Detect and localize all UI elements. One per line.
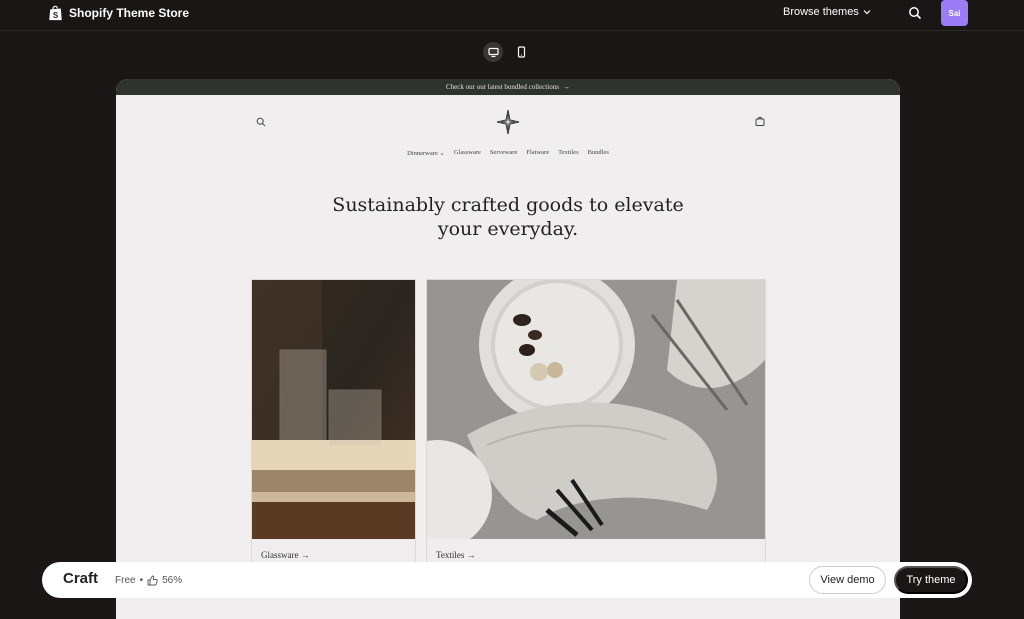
browse-themes-label: Browse themes <box>783 6 859 18</box>
arrow-right-icon: → <box>562 83 570 91</box>
desktop-view-button[interactable] <box>483 42 503 62</box>
collection-cards: Glassware → Textiles → <box>251 279 766 570</box>
app-title: Shopify Theme Store <box>69 6 190 20</box>
chevron-down-icon <box>863 10 871 15</box>
top-bar: S Shopify Theme Store Browse themes Sai <box>0 0 1024 31</box>
avatar[interactable]: Sai <box>941 0 968 26</box>
theme-meta: Free • 56% <box>115 575 182 586</box>
thumbs-up-icon <box>147 575 158 586</box>
browse-themes-menu[interactable]: Browse themes <box>783 6 871 18</box>
announcement-bar[interactable]: Check our our latest bundled collections… <box>116 79 900 95</box>
hero-heading: Sustainably crafted goods to elevate you… <box>116 193 900 241</box>
glassware-image <box>252 280 415 539</box>
device-toggle <box>483 42 531 62</box>
desktop-icon <box>487 47 499 57</box>
hero-line-2: your everyday. <box>437 218 579 240</box>
mobile-icon <box>517 46 525 58</box>
nav-item-dinnerware[interactable]: Dinnerware ⌄ <box>407 149 445 157</box>
theme-name: Craft <box>63 570 99 587</box>
theme-rating: 56% <box>162 575 183 586</box>
store-search-icon[interactable] <box>256 117 266 127</box>
store-nav: Dinnerware ⌄ Glassware Serveware Flatwar… <box>116 149 900 157</box>
try-theme-button[interactable]: Try theme <box>894 566 968 594</box>
search-icon[interactable] <box>908 6 922 20</box>
collection-card-glassware[interactable]: Glassware → <box>251 279 416 570</box>
nav-item-glassware[interactable]: Glassware <box>454 149 481 157</box>
announcement-text: Check our our latest bundled collections <box>446 83 559 91</box>
shopify-theme-store-logo[interactable]: S Shopify Theme Store <box>48 5 189 21</box>
textiles-image <box>427 280 765 539</box>
view-demo-button[interactable]: View demo <box>809 566 886 594</box>
theme-action-bar: Craft Free • 56% View demo Try theme <box>42 562 972 598</box>
mobile-view-button[interactable] <box>511 42 531 62</box>
svg-text:S: S <box>53 11 59 20</box>
shopify-bag-icon: S <box>49 5 62 21</box>
nav-item-serveware[interactable]: Serveware <box>490 149 517 157</box>
store-logo-icon[interactable] <box>496 109 520 135</box>
theme-price: Free <box>115 575 136 586</box>
hero-line-1: Sustainably crafted goods to elevate <box>332 194 684 216</box>
separator-dot: • <box>139 575 144 586</box>
theme-preview-frame: Check our our latest bundled collections… <box>116 79 900 619</box>
nav-item-flatware[interactable]: Flatware <box>526 149 549 157</box>
collection-card-textiles[interactable]: Textiles → <box>426 279 766 570</box>
nav-item-textiles[interactable]: Textiles <box>558 149 578 157</box>
cart-icon[interactable] <box>755 116 765 126</box>
store-header: Dinnerware ⌄ Glassware Serveware Flatwar… <box>116 95 900 175</box>
nav-item-bundles[interactable]: Bundles <box>588 149 609 157</box>
